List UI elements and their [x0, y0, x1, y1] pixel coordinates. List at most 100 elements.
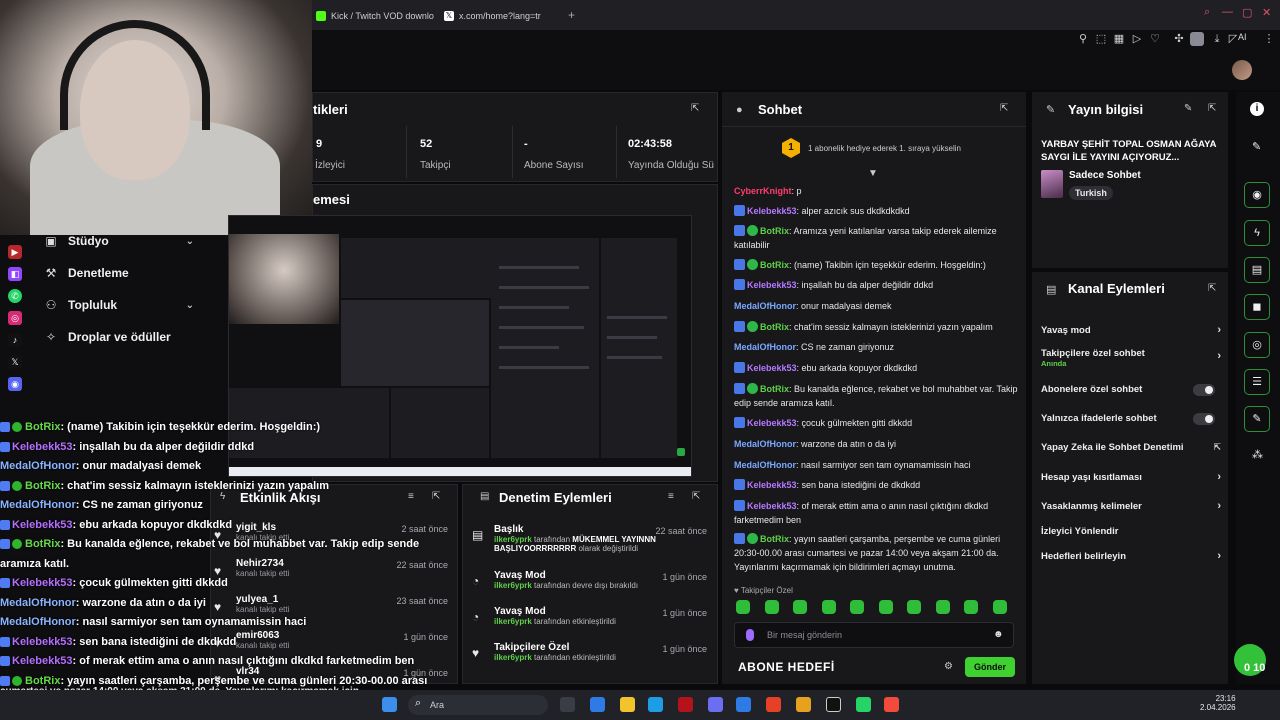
channel-action-item[interactable]: Hedefleri belirleyin ›: [1041, 550, 1221, 562]
wrench-icon[interactable]: ✎: [1244, 406, 1270, 432]
nav-item-community[interactable]: ⚇ Topluluk ⌄: [44, 289, 194, 321]
app-icon[interactable]: [766, 697, 781, 712]
emote-icon[interactable]: [935, 600, 950, 614]
moderator-name[interactable]: ilker6yprk: [494, 535, 532, 544]
chat-username[interactable]: BotRix: [760, 322, 789, 332]
edge-icon[interactable]: [648, 697, 663, 712]
server-icon[interactable]: ☰: [1244, 369, 1270, 395]
obs-icon[interactable]: [826, 697, 841, 712]
youtube-icon[interactable]: ▶: [8, 245, 22, 259]
chat-username[interactable]: BotRix: [760, 226, 789, 236]
category-name[interactable]: Sadece Sohbet: [1069, 170, 1141, 181]
gear-icon[interactable]: ⚙: [944, 661, 953, 672]
info-icon[interactable]: i: [1250, 102, 1264, 116]
emote-icon[interactable]: [764, 600, 779, 614]
moderator-name[interactable]: ilker6yprk: [494, 581, 532, 590]
chat-username[interactable]: BotRix: [760, 260, 789, 270]
app-icon[interactable]: [678, 697, 693, 712]
new-tab-button[interactable]: +: [568, 8, 575, 22]
chat-username[interactable]: MedalOfHonor: [734, 342, 796, 352]
download-icon[interactable]: ⤓: [1210, 32, 1224, 46]
search-icon[interactable]: ⌕: [1204, 6, 1210, 19]
close-icon[interactable]: ✕: [1262, 6, 1271, 19]
instagram-icon[interactable]: ◎: [8, 311, 22, 325]
broadcast-icon[interactable]: ◎: [1244, 332, 1270, 358]
channel-action-item[interactable]: Takipçilere özel sohbet Anında ›: [1041, 348, 1221, 368]
nav-item-moderation[interactable]: ⚒ Denetleme: [44, 257, 194, 289]
document-icon[interactable]: ▤: [1244, 257, 1270, 283]
chat-username[interactable]: Kelebekk53: [747, 418, 797, 428]
chat-username[interactable]: MedalOfHonor: [734, 439, 796, 449]
whatsapp-icon[interactable]: ✆: [8, 289, 22, 303]
emote-icon[interactable]: [907, 600, 921, 614]
twitch-icon[interactable]: ◧: [8, 267, 22, 281]
moderator-name[interactable]: ilker6yprk: [494, 653, 532, 662]
chat-username[interactable]: BotRix: [760, 534, 789, 544]
channel-action-item[interactable]: Yalnızca ifadelerle sohbet: [1041, 413, 1221, 425]
emote-icon[interactable]: [878, 600, 893, 614]
clock[interactable]: 23:16 2.04.2026: [1200, 694, 1236, 712]
tab-kick-vod[interactable]: Kick / Twitch VOD downlo: [316, 6, 434, 26]
emoji-icon[interactable]: ☻: [993, 629, 1004, 640]
filter-icon[interactable]: ≡: [408, 491, 414, 502]
chrome-icon[interactable]: [796, 697, 811, 712]
chat-username[interactable]: Kelebekk53: [747, 363, 797, 373]
chat-username[interactable]: Kelebekk53: [747, 280, 797, 290]
file-explorer-icon[interactable]: [620, 697, 635, 712]
tab-x-home[interactable]: 𝕏 x.com/home?lang=tr: [444, 6, 541, 26]
channel-action-item[interactable]: Yavaş mod ›: [1041, 324, 1221, 336]
chat-username[interactable]: MedalOfHonor: [734, 301, 796, 311]
app-icon[interactable]: [884, 697, 899, 712]
play-icon[interactable]: ▷: [1130, 32, 1144, 46]
channel-action-item[interactable]: Abonelere özel sohbet: [1041, 384, 1221, 396]
nav-item-studio[interactable]: ▣ Stüdyo ⌄: [44, 225, 194, 257]
channel-action-item[interactable]: Hesap yaşı kısıtlaması ›: [1041, 471, 1221, 483]
profile-icon[interactable]: [1190, 32, 1204, 46]
camera-icon[interactable]: ◉: [1244, 182, 1270, 208]
nav-item-drops[interactable]: ✧ Droplar ve ödüller: [44, 321, 194, 353]
task-view-icon[interactable]: [560, 697, 575, 712]
x-icon[interactable]: 𝕏: [8, 355, 22, 369]
chat-username[interactable]: Kelebekk53: [747, 206, 797, 216]
emote-icon[interactable]: [736, 600, 750, 614]
emote-icon[interactable]: [793, 600, 807, 614]
lightning-icon[interactable]: ϟ: [1244, 220, 1270, 246]
popout-icon[interactable]: ⇱: [1000, 103, 1008, 114]
toggle-switch[interactable]: [1193, 413, 1215, 425]
screenshot-icon[interactable]: ⬚: [1094, 32, 1108, 46]
popout-icon[interactable]: ⇱: [1208, 103, 1216, 114]
toggle-switch[interactable]: [1193, 384, 1215, 396]
popout-icon[interactable]: ⇱: [692, 491, 700, 502]
moderator-name[interactable]: ilker6yprk: [494, 617, 532, 626]
emote-icon[interactable]: [850, 600, 864, 614]
channel-action-item[interactable]: İzleyici Yönlendir: [1041, 526, 1221, 537]
copilot-icon[interactable]: [590, 697, 605, 712]
avatar[interactable]: [1232, 60, 1252, 80]
emote-icon[interactable]: [964, 600, 978, 614]
chat-icon[interactable]: ◼: [1244, 294, 1270, 320]
extension-icon[interactable]: ✣: [1172, 32, 1186, 46]
mic-icon[interactable]: [746, 629, 754, 641]
maximize-icon[interactable]: ▢: [1242, 6, 1252, 19]
chat-username[interactable]: Kelebekk53: [747, 501, 797, 511]
edit-icon[interactable]: ✎: [1184, 103, 1192, 114]
heart-icon[interactable]: ♡: [1148, 32, 1162, 46]
pin-icon[interactable]: ⚲: [1076, 32, 1090, 46]
chat-message-input[interactable]: Bir mesaj gönderin: [734, 622, 1014, 648]
emote-icon[interactable]: [821, 600, 836, 614]
chat-username[interactable]: Kelebekk53: [747, 480, 797, 490]
ai-label[interactable]: AI: [1238, 32, 1247, 42]
apps-icon[interactable]: ⁂: [1252, 448, 1263, 461]
minimize-icon[interactable]: —: [1222, 6, 1233, 18]
chat-username[interactable]: MedalOfHonor: [734, 460, 796, 470]
gift-banner[interactable]: 1 1 abonelik hediye ederek 1. sıraya yük…: [734, 136, 1018, 160]
windows-start-icon[interactable]: [382, 697, 397, 712]
popout-icon[interactable]: ⇱: [1208, 283, 1216, 294]
collapse-icon[interactable]: ▼: [868, 168, 878, 179]
emote-icon[interactable]: [992, 600, 1007, 614]
channel-action-item[interactable]: Yapay Zeka ile Sohbet Denetimi ⇱: [1041, 442, 1221, 453]
discord-icon[interactable]: ◉: [8, 377, 22, 391]
popout-icon[interactable]: ⇱: [432, 491, 440, 502]
grid-icon[interactable]: ▦: [1112, 32, 1126, 46]
menu-icon[interactable]: ⋮: [1262, 32, 1276, 46]
